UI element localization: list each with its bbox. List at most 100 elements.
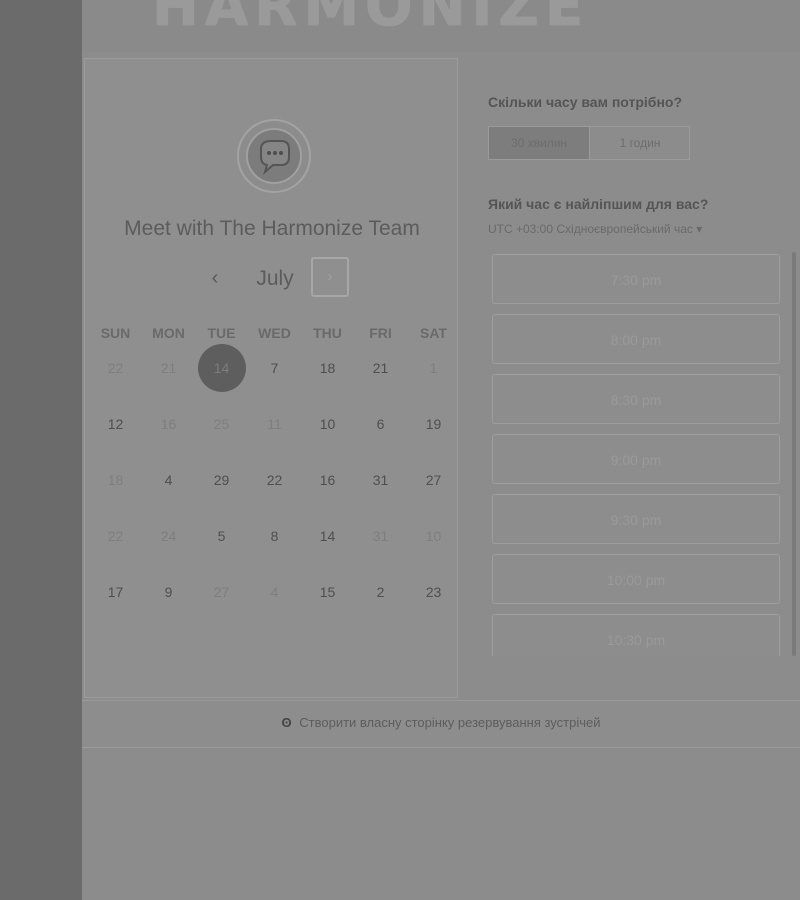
calendar-day-number: 6 (376, 416, 385, 432)
calendar-day-number: 19 (425, 416, 442, 432)
calendar-day: 22 (89, 511, 142, 561)
calendar-day-number: 24 (160, 528, 177, 544)
calendar-day-number: 4 (270, 584, 279, 600)
calendar-day: 22 (89, 343, 142, 393)
weekday-label: THU (313, 325, 342, 341)
calendar-day-number: 18 (319, 360, 336, 376)
calendar-day[interactable]: 21 (354, 343, 407, 393)
calendar-day-selected[interactable]: 14 (195, 343, 248, 393)
page-title: Meet with The Harmonize Team (124, 217, 420, 240)
calendar-day[interactable]: 4 (142, 455, 195, 505)
time-slot-button[interactable]: 9:00 pm (492, 434, 780, 484)
page: HARMONIZE Meet with The Harmonize Team ‹… (82, 0, 800, 900)
calendar-day[interactable]: 10 (301, 399, 354, 449)
calendar-day-number: 21 (160, 360, 177, 376)
calendar-day-number: 21 (372, 360, 389, 376)
calendar-day[interactable]: 29 (195, 455, 248, 505)
chat-bubble-icon (246, 128, 302, 184)
weekday-label: TUE (207, 325, 236, 341)
weekday-label: SAT (420, 325, 447, 341)
scrollbar[interactable] (792, 252, 796, 656)
calendar-day[interactable]: 7 (248, 343, 301, 393)
calendar-day[interactable]: 19 (407, 399, 460, 449)
time-slot-button[interactable]: 9:30 pm (492, 494, 780, 544)
weekday-header: SUN MON TUE WED THU FRI SAT (85, 325, 459, 345)
footer-link-text: Створити власну сторінку резервування зу… (299, 715, 601, 730)
create-booking-page-link[interactable]: ʘ Створити власну сторінку резервування … (82, 701, 800, 745)
calendar-day-number: 22 (266, 472, 283, 488)
calendar-day-number: 29 (213, 472, 230, 488)
calendar-day: 24 (142, 511, 195, 561)
calendar-day[interactable]: 14 (301, 511, 354, 561)
calendar-day[interactable]: 5 (195, 511, 248, 561)
calendar-day[interactable]: 18 (301, 343, 354, 393)
calendar-day-number: 27 (213, 584, 230, 600)
calendar-day-number: 1 (429, 360, 438, 376)
calendar-day: 27 (195, 567, 248, 617)
calendar-day: 11 (248, 399, 301, 449)
month-label: July (256, 267, 294, 290)
header: HARMONIZE (82, 0, 800, 52)
calendar-day[interactable]: 22 (248, 455, 301, 505)
calendar-day-number: 16 (160, 416, 177, 432)
calendar-day[interactable]: 16 (301, 455, 354, 505)
calendar-day-number: 15 (319, 584, 336, 600)
month-navigation: ‹ July › (85, 257, 459, 301)
duration-option-30min[interactable]: 30 хвилин (489, 127, 590, 159)
calendar-day[interactable]: 6 (354, 399, 407, 449)
calendar-day-number: 17 (107, 584, 124, 600)
duration-heading: Скільки часу вам потрібно? (488, 94, 683, 110)
scheduling-panel: Скільки часу вам потрібно? 30 хвилин 1 г… (488, 56, 800, 702)
time-slot-button[interactable]: 7:30 pm (492, 254, 780, 304)
calendar-day: 10 (407, 511, 460, 561)
calendar-day[interactable]: 2 (354, 567, 407, 617)
calendar-grid: 22 21 14 7 18 21 1 12 16 25 11 10 6 19 18 4 29 22 16 31 27 22… (85, 343, 459, 643)
next-month-button[interactable]: › (311, 257, 349, 297)
calendar-day[interactable]: 17 (89, 567, 142, 617)
weekday-label: MON (152, 325, 185, 341)
calendar-day: 25 (195, 399, 248, 449)
calendar-day-number: 9 (164, 584, 173, 600)
avatar (237, 119, 311, 193)
duration-selector: 30 хвилин 1 годин (488, 126, 690, 160)
calendar-day[interactable]: 23 (407, 567, 460, 617)
calendar-day[interactable]: 12 (89, 399, 142, 449)
profile-calendar-panel: Meet with The Harmonize Team ‹ July › SU… (84, 58, 458, 698)
calendar-day[interactable]: 15 (301, 567, 354, 617)
calendar-day-number: 7 (270, 360, 279, 376)
calendar-day[interactable]: 31 (354, 455, 407, 505)
weekday-label: FRI (369, 325, 392, 341)
calendar-day[interactable]: 27 (407, 455, 460, 505)
calendar-day[interactable]: 8 (248, 511, 301, 561)
calendar-day: 21 (142, 343, 195, 393)
calendar-day-number: 5 (217, 528, 226, 544)
time-slot-button[interactable]: 10:00 pm (492, 554, 780, 604)
calendar-day: 1 (407, 343, 460, 393)
calendar-day: 4 (248, 567, 301, 617)
calendar-day-number: 23 (425, 584, 442, 600)
calendar-day: 16 (142, 399, 195, 449)
calendar-day-number: 2 (376, 584, 385, 600)
prev-month-button[interactable]: ‹ (201, 265, 229, 293)
calendar-day-number: 11 (267, 416, 282, 432)
calendar-day-number: 10 (319, 416, 336, 432)
calendar-day-number: 12 (107, 416, 124, 432)
brand-icon: ʘ (281, 715, 292, 730)
calendar-day-number: 25 (213, 416, 230, 432)
calendar-day: 18 (89, 455, 142, 505)
calendar-day: 31 (354, 511, 407, 561)
booking-widget: Meet with The Harmonize Team ‹ July › SU… (82, 56, 800, 702)
time-slot-list: 7:30 pm 8:00 pm 8:30 pm 9:00 pm 9:30 pm … (492, 254, 782, 656)
calendar-day-number: 14 (319, 528, 336, 544)
time-slot-button[interactable]: 8:30 pm (492, 374, 780, 424)
time-slot-button[interactable]: 10:30 pm (492, 614, 780, 656)
calendar-day[interactable]: 9 (142, 567, 195, 617)
duration-option-1hour[interactable]: 1 годин (590, 127, 690, 159)
time-slot-button[interactable]: 8:00 pm (492, 314, 780, 364)
calendar-day-number: 18 (107, 472, 124, 488)
calendar-day-number: 22 (107, 528, 124, 544)
calendar-day-number: 31 (372, 528, 389, 544)
calendar-day-number: 31 (372, 472, 389, 488)
timezone-dropdown[interactable]: UTC +03:00 Східноєвропейський час ▾ (488, 222, 702, 236)
calendar-day-number: 16 (319, 472, 336, 488)
